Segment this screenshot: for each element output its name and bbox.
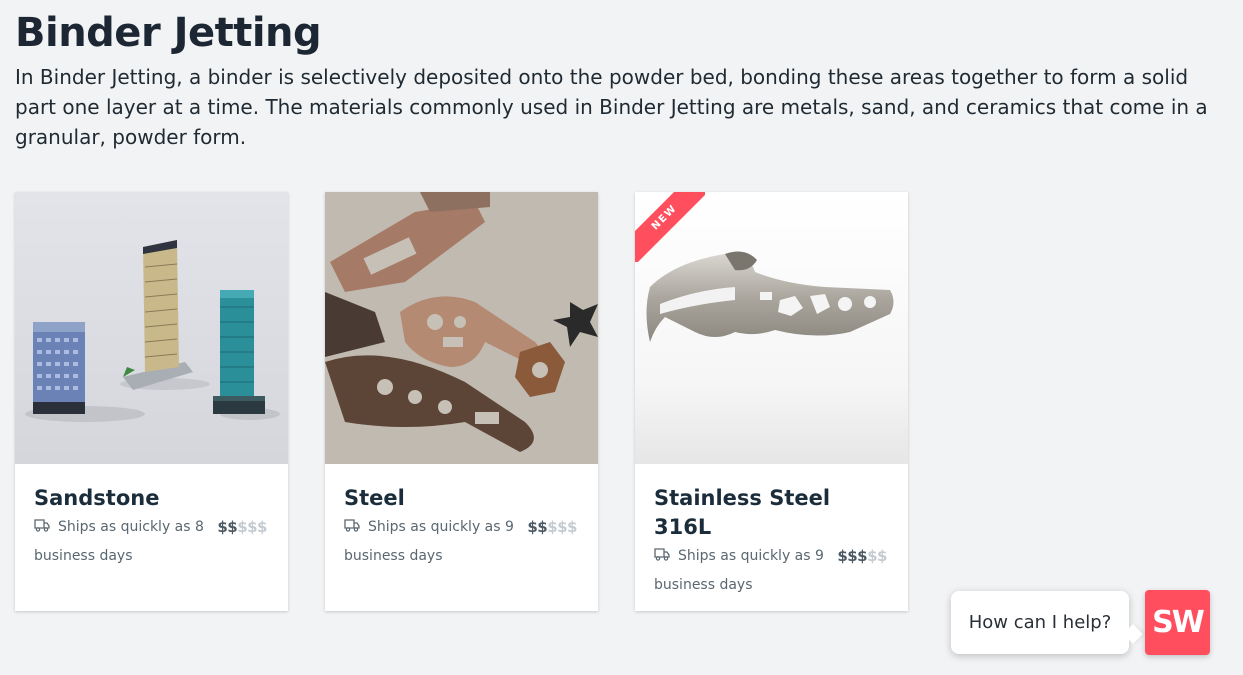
price-indicator: $$$$$ [527,518,577,536]
material-name: Stainless Steel 316L [654,486,831,539]
truck-icon [34,519,50,532]
chat-launcher-button[interactable]: SW [1145,590,1210,655]
price-indicator: $$$$$ [217,518,267,536]
steel-image [325,192,598,464]
page-title: Binder Jetting [15,10,322,56]
shipping-info: Ships as quickly as 9 business days $$$$… [344,513,589,575]
truck-icon [344,519,360,532]
sandstone-image [15,192,288,464]
material-card-steel[interactable]: Steel Ships as quickly as 9 business day… [325,192,598,611]
page-description: In Binder Jetting, a binder is selective… [15,65,1208,149]
shipping-text: Ships as quickly as 9 business days [344,519,514,564]
shipping-text: Ships as quickly as 9 business days [654,548,824,593]
shipping-text: Ships as quickly as 8 business days [34,519,204,564]
new-badge: NEW [635,192,705,262]
shipping-info: Ships as quickly as 8 business days $$$$… [34,513,279,575]
material-card-stainless-steel-316l[interactable]: NEW Stainless Steel 316L Ships as quickl… [635,192,908,611]
price-indicator: $$$$$ [837,547,887,565]
material-name: Sandstone [34,486,160,510]
material-name: Steel [344,486,405,510]
material-card-sandstone[interactable]: Sandstone Ships as quickly as 8 business… [15,192,288,611]
shipping-info: Ships as quickly as 9 business days $$$$… [654,542,899,604]
chat-prompt-bubble[interactable]: How can I help? [951,591,1129,654]
truck-icon [654,548,670,561]
